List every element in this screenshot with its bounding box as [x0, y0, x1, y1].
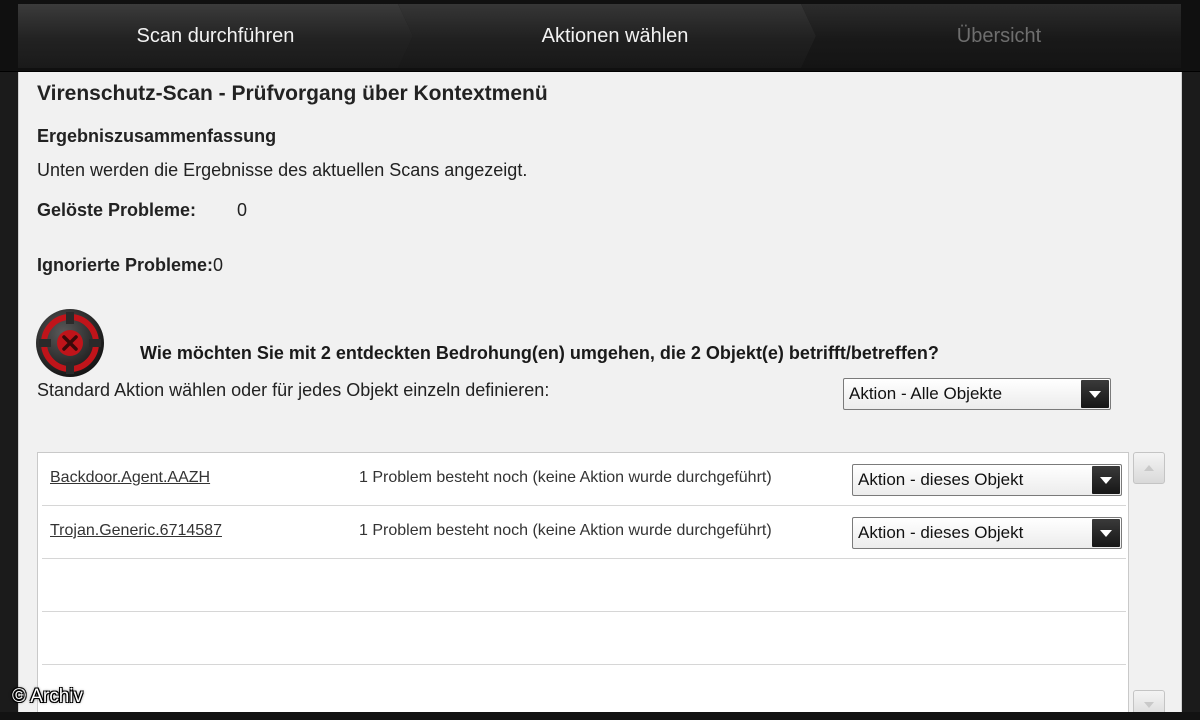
step-label: Aktionen wählen [541, 24, 689, 47]
object-action-value: Aktion - dieses Objekt [858, 523, 1024, 542]
action-instruction: Standard Aktion wählen oder für jedes Ob… [37, 380, 550, 400]
table-row-empty [42, 612, 1126, 665]
table-row: Backdoor.Agent.AAZH 1 Problem besteht no… [42, 453, 1126, 506]
table-row-empty [42, 559, 1126, 612]
step-label: Scan durchführen [136, 24, 295, 47]
content-panel: Virenschutz-Scan - Prüfvorgang über Kont… [18, 72, 1182, 720]
object-action-select[interactable]: Aktion - dieses Objekt [852, 464, 1122, 496]
table-row: Trojan.Generic.6714587 1 Problem besteht… [42, 506, 1126, 559]
chevron-down-icon [1092, 519, 1120, 547]
chevron-down-icon [1081, 380, 1109, 408]
threat-list: Backdoor.Agent.AAZH 1 Problem besteht no… [37, 452, 1129, 720]
default-action-select[interactable]: Aktion - Alle Objekte [843, 378, 1111, 410]
step-label: Übersicht [956, 24, 1042, 47]
copyright-watermark: © Archiv [12, 686, 84, 707]
object-action-value: Aktion - dieses Objekt [858, 470, 1024, 489]
table-row-empty [42, 665, 1126, 718]
threat-status: 1 Problem besteht noch (keine Aktion wur… [359, 469, 772, 486]
threat-question: Wie möchten Sie mit 2 entdeckten Bedrohu… [140, 343, 939, 363]
ignored-problems: Ignorierte Probleme:0 [37, 255, 223, 276]
ignored-value: 0 [213, 255, 224, 275]
window-bottom-edge [0, 712, 1200, 720]
step-overview[interactable]: Übersicht [801, 4, 1181, 68]
summary-description: Unten werden die Ergebnisse des aktuelle… [37, 160, 528, 180]
threat-status: 1 Problem besteht noch (keine Aktion wur… [359, 522, 772, 539]
resolved-problems: Gelöste Probleme: 0 [37, 200, 247, 221]
threat-name-link[interactable]: Trojan.Generic.6714587 [50, 522, 222, 540]
page-title: Virenschutz-Scan - Prüfvorgang über Kont… [37, 82, 548, 105]
arrow-up-icon [1143, 459, 1155, 477]
step-scan[interactable]: Scan durchführen [18, 4, 413, 68]
threat-name-link[interactable]: Backdoor.Agent.AAZH [50, 469, 210, 487]
ignored-label: Ignorierte Probleme: [37, 255, 214, 275]
resolved-label: Gelöste Probleme: [37, 200, 197, 220]
wizard-steps: Scan durchführen Aktionen wählen Übersic… [0, 0, 1200, 72]
threat-target-icon [35, 308, 105, 378]
summary-heading: Ergebniszusammenfassung [37, 126, 277, 146]
step-actions[interactable]: Aktionen wählen [398, 4, 816, 68]
default-action-value: Aktion - Alle Objekte [849, 384, 1003, 403]
resolved-value: 0 [237, 200, 248, 220]
object-action-select[interactable]: Aktion - dieses Objekt [852, 517, 1122, 549]
chevron-down-icon [1092, 466, 1120, 494]
scroll-up-button[interactable] [1133, 452, 1165, 484]
